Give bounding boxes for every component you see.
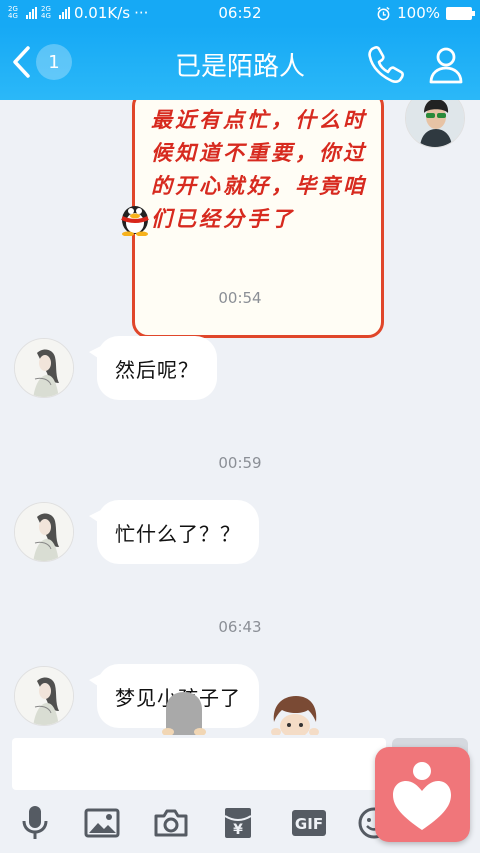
message-input[interactable] [12,738,386,790]
alarm-icon [377,6,390,20]
avatar-photo [15,503,73,561]
voice-button[interactable] [13,803,57,843]
signal-icon [26,7,37,19]
sticker-text: 最近有点忙，什么时候知道不重要，你过的开心就好，毕竟咱们已经分手了 [151,107,367,231]
red-packet-button[interactable]: ¥ [216,803,260,843]
received-message[interactable]: 然后呢？ [89,336,217,400]
peeking-character-gray [162,692,206,735]
my-avatar[interactable] [405,100,465,148]
peeking-character-boy [271,696,319,735]
phone-icon [368,46,404,83]
contact-avatar[interactable] [14,338,74,398]
call-button[interactable] [364,42,408,86]
more-dots: ··· [134,4,149,22]
gif-label: GIF [295,815,323,833]
status-bar: 2G 4G 2G 4G 0.01K/s ··· 06:52 100% [0,0,480,26]
avatar-photo [406,100,464,147]
contact-avatar[interactable] [14,666,74,726]
contact-avatar[interactable] [14,502,74,562]
network-speed: 0.01K/s [74,4,131,22]
gif-button[interactable]: GIF [287,803,331,843]
status-right: 100% [376,4,475,22]
image-icon [84,808,120,838]
red-packet-symbol: ¥ [233,822,243,838]
red-packet-icon: ¥ [224,808,252,838]
battery-percent: 100% [397,4,440,22]
status-left: 2G 4G 2G 4G 0.01K/s ··· [8,4,376,22]
battery-icon [446,6,475,20]
title-bar: 1 已是陌路人 [0,26,480,100]
qq-penguin-icon [121,206,149,236]
timestamp: 00:59 [218,454,262,472]
image-button[interactable] [80,803,124,843]
network-type-tag-2: 2G 4G [41,5,51,20]
microphone-icon [22,806,48,839]
chat-area[interactable]: 最近有点忙，什么时候知道不重要，你过的开心就好，毕竟咱们已经分手了 00:54 … [0,100,480,735]
gif-icon: GIF [292,810,326,836]
battery-fill [448,8,470,18]
profile-button[interactable] [424,42,468,86]
avatar-photo [15,667,73,725]
signal-icon-2 [59,7,70,19]
person-icon [429,47,463,84]
timestamp: 06:43 [218,618,262,636]
avatar-photo [15,339,73,397]
timestamp: 00:54 [218,289,262,307]
page-title: 已是陌路人 [174,52,305,82]
camera-button[interactable] [149,803,193,843]
received-message[interactable]: 忙什么了？？ [89,500,259,564]
network-type-tag: 2G 4G [8,5,18,20]
heart-person-icon [393,762,451,830]
floating-app-badge[interactable] [375,747,470,842]
camera-icon [154,809,188,837]
